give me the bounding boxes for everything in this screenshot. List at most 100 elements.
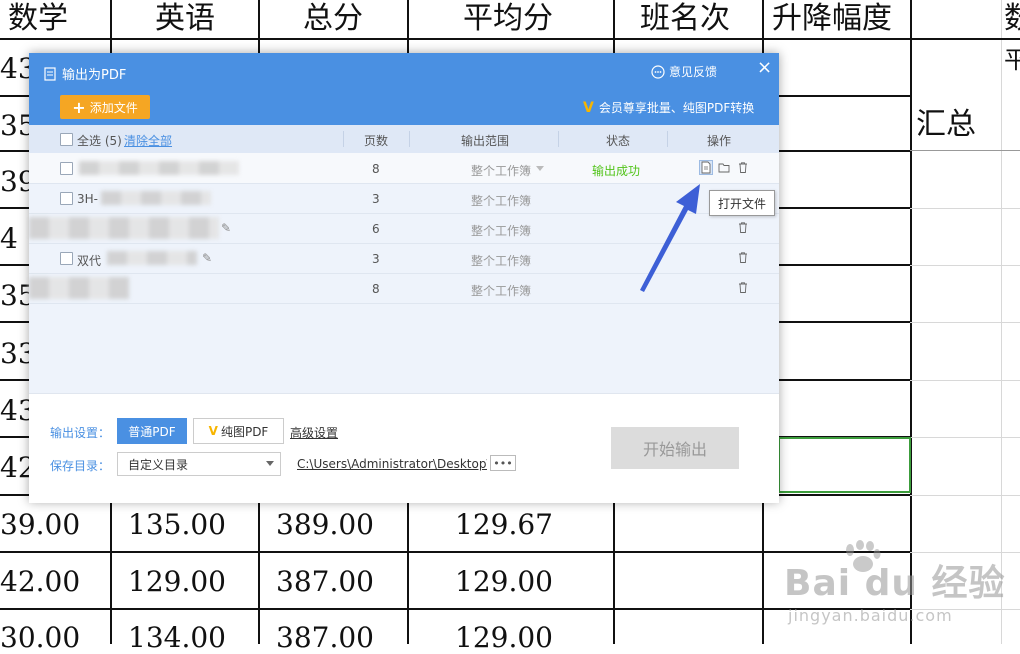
blurred-filename [107,251,197,265]
delete-icon[interactable] [737,251,749,264]
dialog-title-text: 输出为PDF [62,68,127,83]
normal-pdf-button[interactable]: 普通PDF [117,418,187,444]
cell-average: 129.00 [455,565,553,598]
image-pdf-label: 纯图PDF [220,424,269,439]
cell-average: 129.00 [455,621,553,654]
feedback-icon [651,64,665,79]
delete-icon[interactable] [737,221,749,234]
range-dropdown-icon[interactable] [536,166,544,171]
col-pages: 页数 [364,134,389,148]
row-range[interactable]: 整个工作簿 [471,192,531,209]
blurred-filename [79,161,239,175]
blurred-filename [101,191,211,205]
dialog-title: 输出为PDF [43,64,126,83]
normal-pdf-label: 普通PDF [128,424,176,439]
image-pdf-button[interactable]: V 纯图PDF [193,418,284,444]
row-range[interactable]: 整个工作簿 [471,282,531,299]
delete-icon[interactable] [737,281,749,294]
row-checkbox[interactable] [60,252,73,265]
save-path-link[interactable]: C:\Users\Administrator\Desktop\ [297,457,487,471]
baidu-jingyan-watermark: Bai du 经验 jingyan.baidu.com [784,540,1020,644]
row-range[interactable]: 整个工作簿 [471,252,531,269]
selected-cell[interactable] [778,437,911,493]
dialog-footer: 输出设置： 普通PDF V 纯图PDF 高级设置 保存目录： 自定义目录 C:\… [29,393,779,503]
cell-math: 42.00 [0,565,81,598]
grid-line [910,265,1020,266]
add-file-button[interactable]: + 添加文件 [60,95,150,119]
cell-total: 389.00 [276,508,374,541]
clear-all-link[interactable]: 清除全部 [124,132,172,149]
grid-line [910,208,1020,209]
vip-note-text: 会员尊享批量、纯图PDF转换 [598,101,755,115]
header-math: 数学 [8,1,68,36]
chevron-down-icon [266,461,274,466]
col-status: 状态 [606,134,631,148]
row-filename: 3H- [77,192,98,206]
row-checkbox[interactable] [60,162,73,175]
row-pages: 8 [372,282,380,296]
blurred-filename [29,217,219,239]
close-icon[interactable]: × [757,57,772,78]
annotation-arrow-icon [640,184,700,292]
table-header: 全选 (5) 清除全部 页数 输出范围 状态 操作 [29,125,779,153]
cell-math: 30.00 [0,621,81,654]
start-export-button[interactable]: 开始输出 [611,427,739,469]
vip-note: V 会员尊享批量、纯图PDF转换 [583,99,754,116]
cell-english: 129.00 [128,565,226,598]
grid-line [0,551,910,553]
pdf-export-icon [44,66,56,81]
open-file-tooltip: 打开文件 [709,190,775,216]
row-range[interactable]: 整个工作簿 [471,222,531,239]
header-class-rank: 班名次 [640,1,730,36]
open-file-icon[interactable] [699,160,713,175]
grid-line [910,322,1020,323]
plus-icon: + [72,97,86,117]
col-range: 输出范围 [461,134,510,148]
row-pages: 3 [372,192,380,206]
cell-english: 134.00 [128,621,226,654]
column-divider [558,131,559,147]
row-range[interactable]: 整个工作簿 [471,162,531,179]
row-pages: 8 [372,162,380,176]
summary-label: 汇总 [916,107,976,142]
save-dir-label: 保存目录： [50,459,111,473]
column-divider [667,131,668,147]
edit-icon[interactable]: ✎ [202,251,212,265]
dialog-header: 输出为PDF 意见反馈 × + 添加文件 V 会员尊享批量、纯图PDF转换 [29,53,779,125]
grid-line [910,380,1020,381]
row-pages: 3 [372,252,380,266]
select-all-label: 全选 (5) [77,134,122,148]
edit-icon[interactable]: ✎ [221,221,231,235]
row-checkbox[interactable] [60,192,73,205]
open-folder-icon[interactable] [718,161,730,174]
blurred-filename [29,277,129,299]
vip-icon: V [208,424,218,438]
save-dir-select[interactable]: 自定义目录 [117,452,281,476]
grid-line [910,495,1020,496]
vip-icon: V [583,99,594,116]
column-divider [343,131,344,147]
select-all-checkbox[interactable] [60,133,73,146]
header-change: 升降幅度 [772,1,892,36]
feedback-link[interactable]: 意见反馈 [651,63,717,80]
row-pages: 6 [372,222,380,236]
grid-line [0,608,910,610]
delete-icon[interactable] [737,161,749,174]
header-english: 英语 [155,1,215,36]
grid-line [0,38,1020,40]
grid-line [910,437,1020,438]
grid-line [910,150,1020,151]
cell-average: 129.67 [455,508,553,541]
cell-english: 135.00 [128,508,226,541]
header-total: 总分 [303,1,363,36]
row-status: 输出成功 [592,164,641,178]
col-ops: 操作 [707,134,732,148]
browse-button[interactable]: ••• [490,455,516,471]
cell-total: 387.00 [276,565,374,598]
column-divider [409,131,410,147]
header-partial: 数 [1004,1,1020,36]
header-average: 平均分 [463,1,553,36]
advanced-settings-link[interactable]: 高级设置 [290,424,338,441]
watermark-brand: Bai du 经验 [784,563,1006,604]
cell-partial: 平 [1004,46,1020,74]
